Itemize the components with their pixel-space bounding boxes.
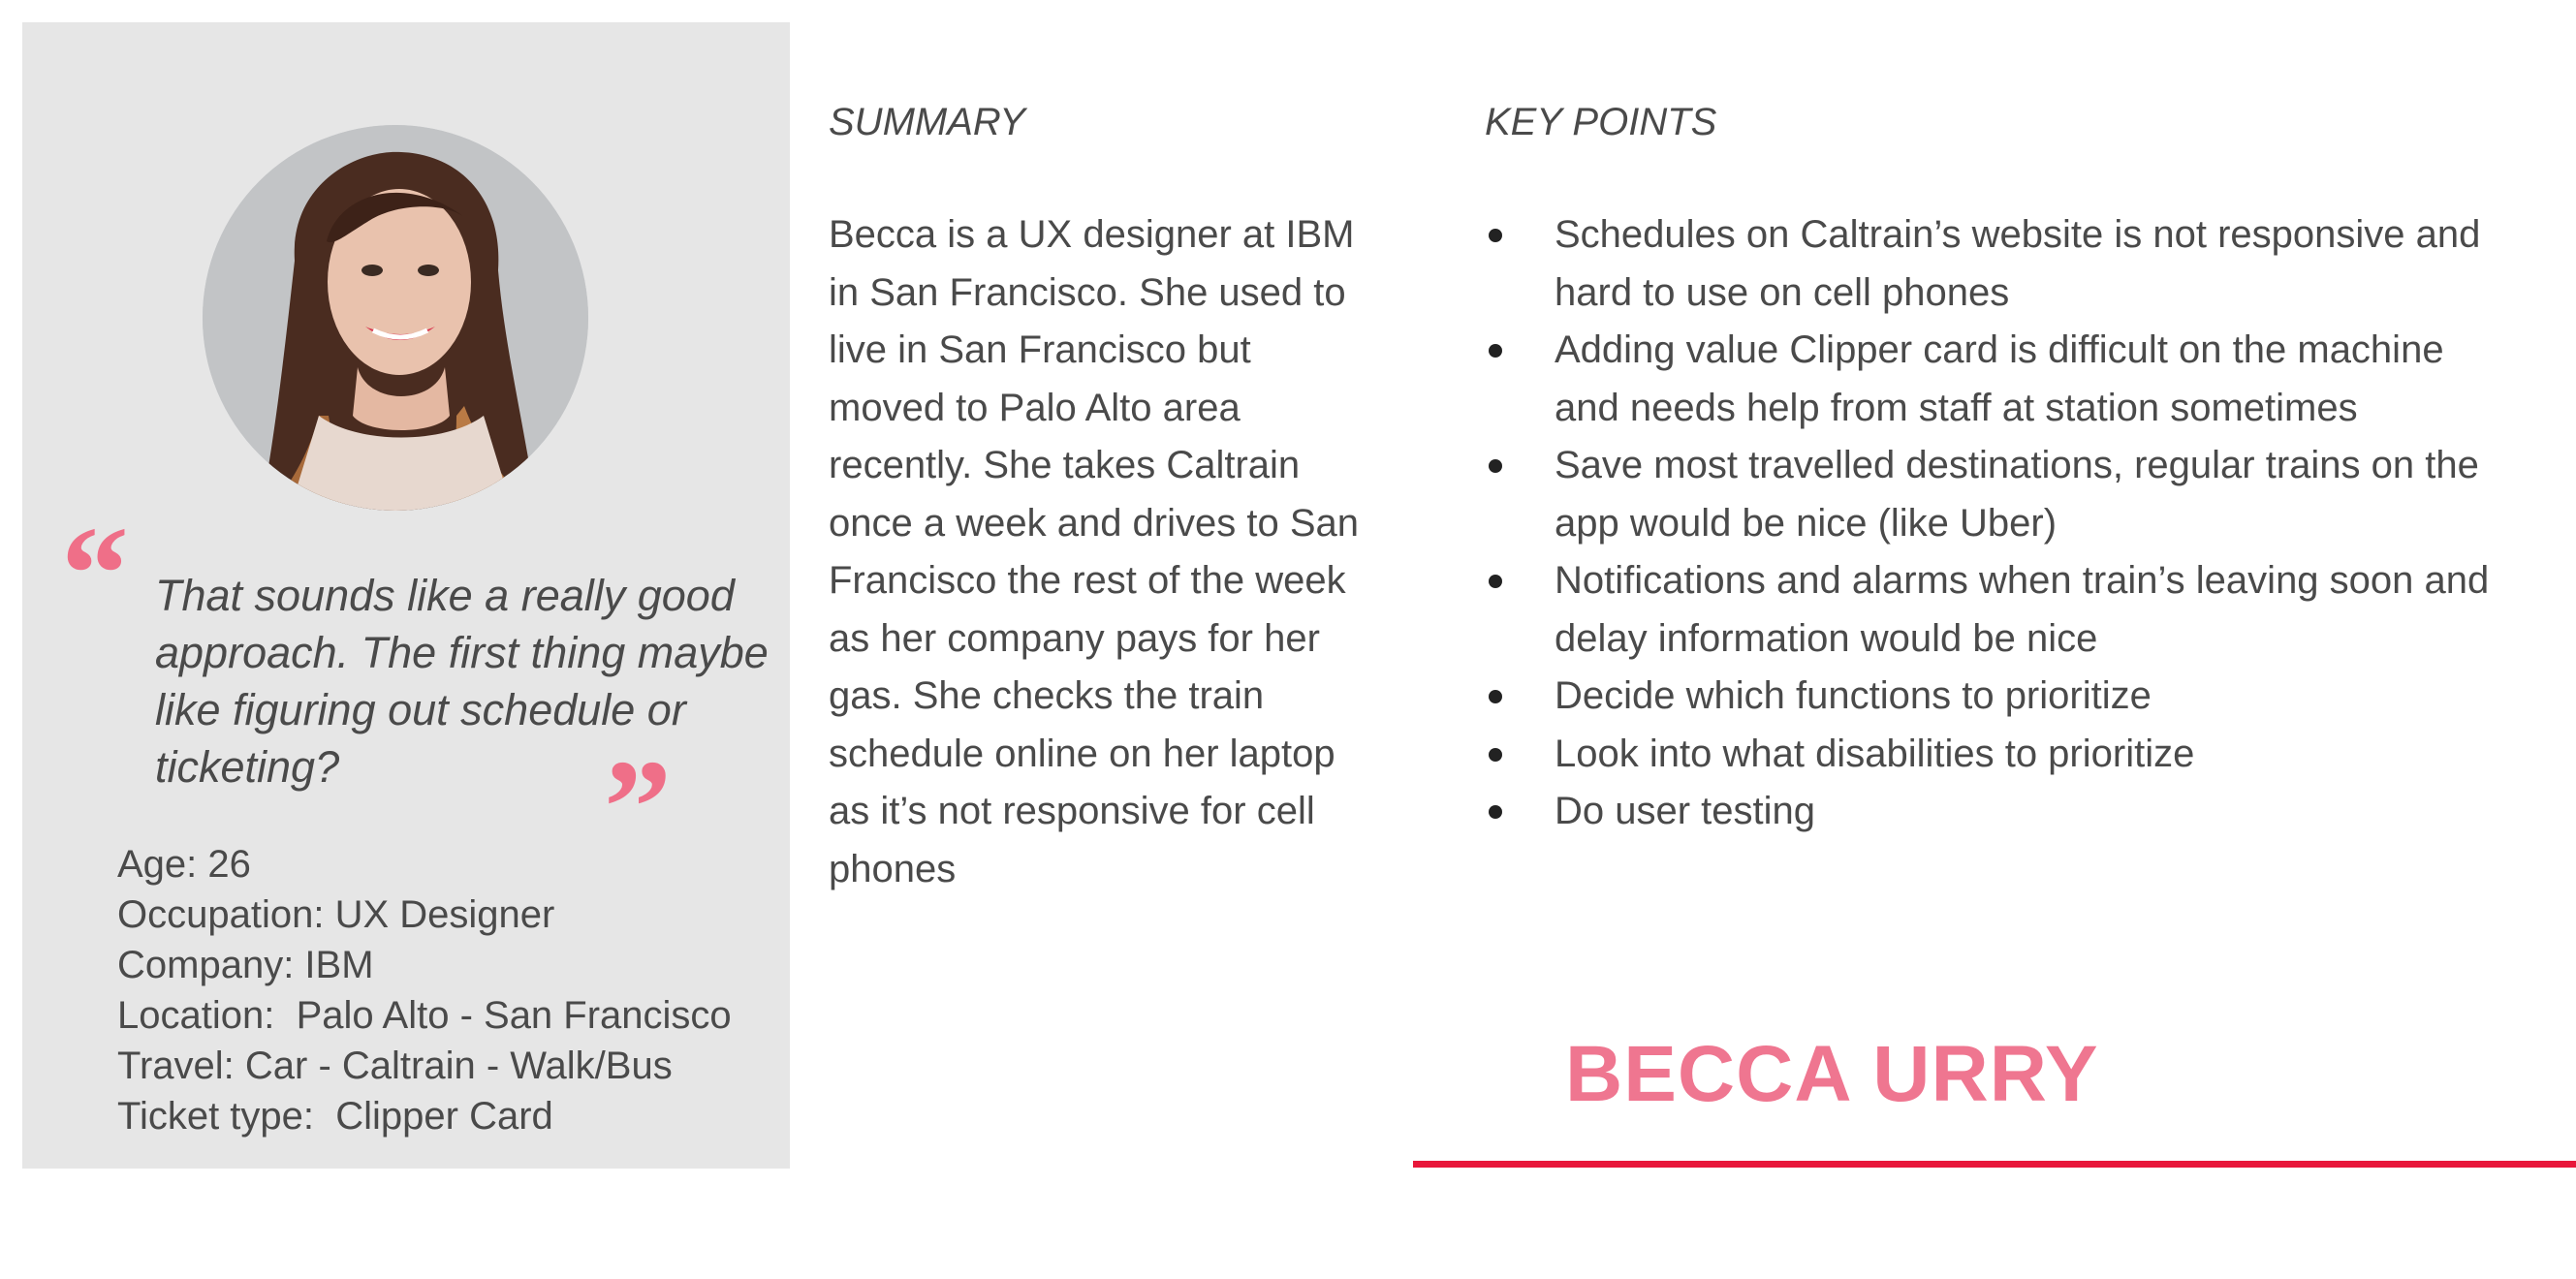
persona-details: Age: 26 Occupation: UX Designer Company:… xyxy=(117,839,805,1141)
key-point-item: Look into what disabilities to prioritiz… xyxy=(1485,726,2502,784)
bullet-icon xyxy=(1489,805,1502,819)
key-points-heading: KEY POINTS xyxy=(1485,101,1717,143)
bullet-icon xyxy=(1489,690,1502,703)
key-point-text: Do user testing xyxy=(1555,790,1816,832)
key-point-text: Decide which functions to prioritize xyxy=(1555,674,2152,717)
detail-ticket-type: Ticket type: Clipper Card xyxy=(117,1095,553,1138)
key-point-item: Adding value Clipper card is difficult o… xyxy=(1485,322,2502,437)
bullet-icon xyxy=(1489,344,1502,358)
avatar xyxy=(203,125,588,511)
detail-age: Age: 26 xyxy=(117,843,251,886)
detail-location: Location: Palo Alto - San Francisco xyxy=(117,994,732,1037)
key-point-item: Notifications and alarms when train’s le… xyxy=(1485,552,2502,668)
key-point-item: Do user testing xyxy=(1485,783,2502,841)
key-points-list: Schedules on Caltrain’s website is not r… xyxy=(1485,206,2502,841)
key-point-item: Decide which functions to prioritize xyxy=(1485,668,2502,726)
bullet-icon xyxy=(1489,575,1502,588)
persona-quote: That sounds like a really good approach.… xyxy=(155,571,769,792)
persona-name: BECCA URRY xyxy=(1565,1030,2099,1118)
bullet-icon xyxy=(1489,459,1502,473)
key-point-item: Save most travelled destinations, regula… xyxy=(1485,437,2502,552)
persona-photo xyxy=(203,125,588,511)
detail-company: Company: IBM xyxy=(117,944,374,986)
key-point-text: Notifications and alarms when train’s le… xyxy=(1555,559,2490,660)
key-point-text: Adding value Clipper card is difficult o… xyxy=(1555,328,2444,429)
name-underline-divider xyxy=(1413,1161,2576,1168)
bullet-icon xyxy=(1489,229,1502,242)
key-point-text: Schedules on Caltrain’s website is not r… xyxy=(1555,213,2481,314)
detail-occupation: Occupation: UX Designer xyxy=(117,893,555,936)
key-point-text: Save most travelled destinations, regula… xyxy=(1555,444,2479,545)
detail-travel: Travel: Car - Caltrain - Walk/Bus xyxy=(117,1045,673,1087)
summary-heading: SUMMARY xyxy=(829,101,1025,143)
key-point-item: Schedules on Caltrain’s website is not r… xyxy=(1485,206,2502,322)
persona-profile-panel: “ That sounds like a really good approac… xyxy=(22,22,790,1169)
key-point-text: Look into what disabilities to prioritiz… xyxy=(1555,732,2195,775)
summary-text: Becca is a UX designer at IBM in San Fra… xyxy=(829,213,1360,890)
bullet-icon xyxy=(1489,747,1502,762)
quote-open-mark: “ xyxy=(61,499,129,649)
